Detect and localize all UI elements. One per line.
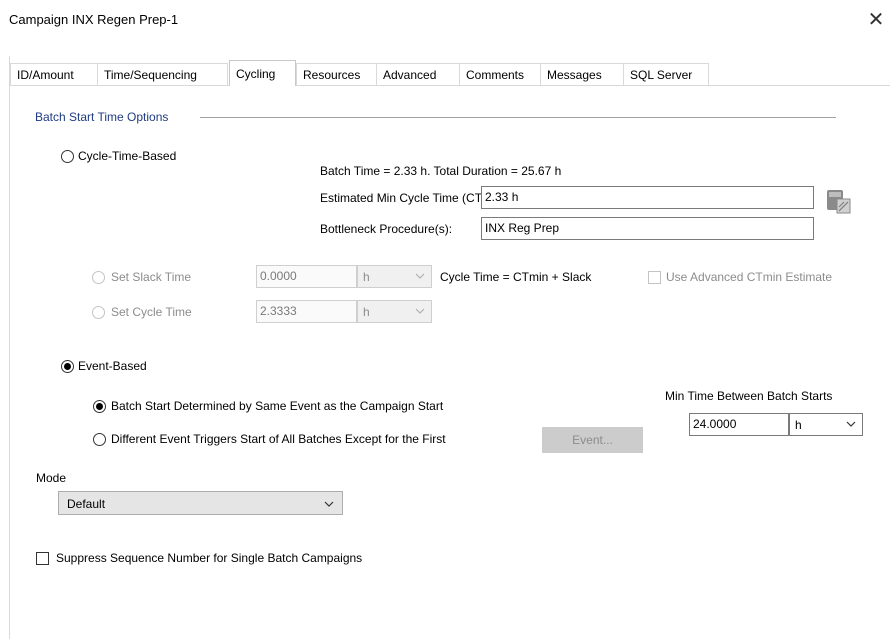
window-title: Campaign INX Regen Prep-1 [9,12,179,27]
event-based-radio[interactable] [61,360,74,373]
different-event-label: Different Event Triggers Start of All Ba… [111,432,446,446]
min-time-unit-select[interactable]: h [789,413,863,436]
calculator-icon[interactable] [823,183,853,217]
mode-selected-value: Default [67,497,106,511]
mode-select[interactable]: Default [58,491,343,515]
bottleneck-field[interactable]: INX Reg Prep [481,217,814,240]
set-slack-time-radio[interactable] [92,271,105,284]
tab-id-amount[interactable]: ID/Amount [10,63,98,85]
tab-resources[interactable]: Resources [296,63,377,85]
slack-time-unit-select[interactable]: h [357,265,432,288]
tab-sql-server[interactable]: SQL Server [623,63,709,85]
set-slack-time-label: Set Slack Time [111,270,192,284]
min-time-unit-value: h [795,418,802,432]
use-advanced-ctmin-label: Use Advanced CTmin Estimate [666,270,833,284]
ctmin-field[interactable]: 2.33 h [481,186,814,209]
tab-cycling[interactable]: Cycling [229,60,296,86]
group-divider [200,117,836,118]
same-event-radio[interactable] [93,400,106,413]
cycle-time-formula: Cycle Time = CTmin + Slack [440,270,592,284]
tab-comments[interactable]: Comments [459,63,541,85]
chevron-down-icon [415,273,425,279]
set-cycle-time-radio[interactable] [92,306,105,319]
event-button[interactable]: Event... [542,427,643,453]
cycle-time-based-label: Cycle-Time-Based [78,149,177,163]
min-time-label: Min Time Between Batch Starts [665,389,833,403]
event-based-label: Event-Based [78,359,147,373]
bottleneck-label: Bottleneck Procedure(s): [320,222,453,236]
use-advanced-ctmin-checkbox[interactable] [648,271,661,284]
set-cycle-time-label: Set Cycle Time [111,305,192,319]
chevron-down-icon [324,501,334,507]
tab-time-sequencing[interactable]: Time/Sequencing [97,63,228,85]
same-event-label: Batch Start Determined by Same Event as … [111,399,444,413]
different-event-radio[interactable] [93,433,106,446]
batch-start-group-label: Batch Start Time Options [35,110,175,124]
cycle-time-based-radio[interactable] [61,150,74,163]
tab-messages[interactable]: Messages [540,63,624,85]
close-icon[interactable]: ✕ [862,6,890,34]
chevron-down-icon [846,421,856,427]
cycle-time-unit-value: h [363,305,370,319]
batch-time-info: Batch Time = 2.33 h. Total Duration = 25… [320,164,562,178]
tab-advanced[interactable]: Advanced [376,63,460,85]
chevron-down-icon [415,308,425,314]
cycle-time-unit-select[interactable]: h [357,300,432,323]
slack-time-field[interactable]: 0.0000 [256,265,357,288]
slack-time-unit-value: h [363,270,370,284]
cycle-time-field[interactable]: 2.3333 [256,300,357,323]
min-time-field[interactable]: 24.0000 [689,413,789,436]
suppress-sequence-label: Suppress Sequence Number for Single Batc… [56,551,363,565]
suppress-sequence-checkbox[interactable] [36,552,49,565]
title-bar: Campaign INX Regen Prep-1 ✕ [0,0,890,40]
mode-label: Mode [36,471,67,485]
